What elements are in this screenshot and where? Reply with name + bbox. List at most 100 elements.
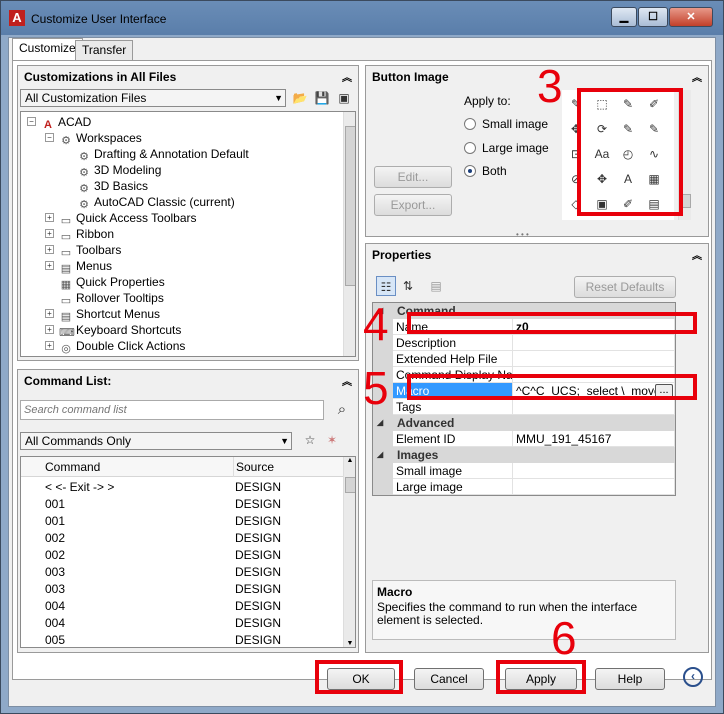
tree-item-label: ACAD: [58, 115, 92, 129]
command-name: 001: [45, 514, 66, 528]
category-toggle-icon[interactable]: ◢: [377, 415, 383, 431]
radio-large-image[interactable]: [464, 142, 476, 154]
property-value[interactable]: MMU_191_45167: [513, 431, 675, 447]
tree-item[interactable]: ▦ Quick Properties: [59, 274, 165, 291]
table-row[interactable]: 002 DESIGN: [21, 530, 343, 547]
cancel-button[interactable]: Cancel: [414, 668, 484, 690]
reset-defaults-button[interactable]: Reset Defaults: [574, 276, 676, 298]
command-list-table[interactable]: Command Source < <- Exit -> > DESIGN 001 DE…: [20, 456, 356, 648]
table-row[interactable]: 001 DESIGN: [21, 496, 343, 513]
tree-item[interactable]: ⚙ 3D Modeling: [77, 162, 161, 179]
property-row[interactable]: Element ID MMU_191_45167: [373, 431, 675, 447]
property-category[interactable]: ◢ Advanced: [373, 415, 675, 431]
tree-scroll-thumb[interactable]: [345, 126, 355, 286]
property-row[interactable]: Description: [373, 335, 675, 351]
collapse-icon[interactable]: −: [27, 117, 36, 126]
command-filter-select[interactable]: All Commands Only ▼: [20, 432, 292, 450]
expand-icon[interactable]: +: [45, 325, 54, 334]
export-button[interactable]: Export...: [374, 194, 452, 216]
tree-item[interactable]: − A ACAD: [27, 114, 92, 131]
open-file-icon[interactable]: 📂: [290, 88, 310, 108]
table-row[interactable]: 002 DESIGN: [21, 547, 343, 564]
scroll-down-icon[interactable]: ▼: [344, 640, 355, 647]
save-icon[interactable]: 💾: [312, 88, 332, 108]
column-command[interactable]: Command: [45, 457, 100, 477]
table-row[interactable]: 003 DESIGN: [21, 581, 343, 598]
command-rows: < <- Exit -> > DESIGN 001 DESIGN 001 DESIGN 00…: [21, 479, 343, 647]
tree-item[interactable]: + ▤ Shortcut Menus: [45, 306, 160, 323]
tree-item[interactable]: + ▭ Toolbars: [45, 242, 121, 259]
categorized-view-icon[interactable]: ☷: [376, 276, 396, 296]
property-value[interactable]: [513, 335, 675, 351]
expand-icon[interactable]: +: [45, 213, 54, 222]
tree-item[interactable]: + ⌨Keyboard Shortcuts: [45, 322, 181, 339]
command-name: 002: [45, 548, 66, 562]
category-toggle-icon[interactable]: ◢: [377, 447, 383, 463]
property-row[interactable]: Tags: [373, 399, 675, 415]
large-image-label: Large image: [482, 141, 549, 155]
new-command-icon[interactable]: ✶: [322, 430, 342, 450]
property-category[interactable]: ◢ Images: [373, 447, 675, 463]
search-icon[interactable]: ⌕: [332, 400, 352, 420]
scroll-thumb[interactable]: [345, 477, 355, 493]
tree-item[interactable]: + ▭ Ribbon: [45, 226, 114, 243]
property-row[interactable]: Extended Help File: [373, 351, 675, 367]
table-row[interactable]: 001 DESIGN: [21, 513, 343, 530]
table-row[interactable]: < <- Exit -> > DESIGN: [21, 479, 343, 496]
tree-item[interactable]: ⚙ 3D Basics: [77, 178, 148, 195]
collapse-customizations-icon[interactable]: ︽: [342, 69, 352, 84]
customizations-tree[interactable]: − A ACAD − ⚙ Workspaces ⚙ Drafting & Annotation…: [20, 111, 356, 357]
expand-icon[interactable]: +: [45, 245, 54, 254]
tree-scrollbar[interactable]: [343, 112, 355, 356]
tree-item[interactable]: + ◎ Double Click Actions: [45, 338, 185, 355]
tab-customize[interactable]: Customize: [12, 38, 83, 60]
annotation-box-name: [407, 312, 697, 334]
property-row[interactable]: Large image: [373, 479, 675, 495]
command-list-scrollbar[interactable]: ▲ ▼: [343, 457, 355, 647]
collapse-dialog-icon[interactable]: ‹: [683, 667, 703, 687]
expand-icon[interactable]: +: [45, 261, 54, 270]
tab-transfer[interactable]: Transfer: [75, 40, 134, 60]
property-value[interactable]: [513, 479, 675, 495]
property-pages-icon[interactable]: ▤: [426, 276, 446, 296]
minimize-button[interactable]: ▁: [611, 7, 637, 27]
edit-button[interactable]: Edit...: [374, 166, 452, 188]
column-source[interactable]: Source: [233, 457, 274, 477]
acad-icon: A: [44, 119, 52, 131]
command-name: < <- Exit -> >: [45, 480, 115, 494]
collapse-icon[interactable]: −: [45, 133, 54, 142]
radio-small-image[interactable]: [464, 118, 476, 130]
tree-item[interactable]: − ⚙ Workspaces: [45, 130, 142, 147]
collapse-command-list-icon[interactable]: ︽: [342, 373, 352, 388]
table-row[interactable]: 005 DESIGN: [21, 632, 343, 647]
help-button[interactable]: Help: [595, 668, 665, 690]
collapse-button-image-icon[interactable]: ︽: [692, 69, 702, 84]
maximize-button[interactable]: ☐: [638, 7, 668, 27]
property-value[interactable]: [513, 351, 675, 367]
expand-icon[interactable]: +: [45, 229, 54, 238]
property-value[interactable]: [513, 463, 675, 479]
splitter-grip[interactable]: • • •: [516, 230, 529, 239]
collapse-properties-icon[interactable]: ︽: [692, 247, 702, 262]
find-icon[interactable]: ☆: [300, 430, 320, 450]
command-name: 005: [45, 633, 66, 647]
table-row[interactable]: 003 DESIGN: [21, 564, 343, 581]
tree-item[interactable]: ▭ Rollover Tooltips: [59, 290, 164, 307]
property-row[interactable]: Small image: [373, 463, 675, 479]
tree-item[interactable]: ⚙ Drafting & Annotation Default: [77, 146, 249, 163]
tree-item[interactable]: + ▭ Quick Access Toolbars: [45, 210, 197, 227]
radio-both[interactable]: [464, 165, 476, 177]
customization-files-select[interactable]: All Customization Files ▼: [20, 89, 286, 107]
expand-icon[interactable]: +: [45, 309, 54, 318]
table-row[interactable]: 004 DESIGN: [21, 615, 343, 632]
sort-alphabetical-icon[interactable]: ⇅: [398, 276, 418, 296]
tree-item[interactable]: ⚙ AutoCAD Classic (current): [77, 194, 235, 211]
command-search-input[interactable]: [20, 400, 324, 420]
scroll-up-icon[interactable]: ▲: [344, 457, 355, 464]
expand-icon[interactable]: +: [45, 341, 54, 350]
property-value[interactable]: [513, 399, 675, 415]
table-row[interactable]: 004 DESIGN: [21, 598, 343, 615]
tree-item[interactable]: + ▤ Menus: [45, 258, 112, 275]
close-button[interactable]: ✕: [669, 7, 713, 27]
preview-icon[interactable]: ▣: [334, 88, 354, 108]
